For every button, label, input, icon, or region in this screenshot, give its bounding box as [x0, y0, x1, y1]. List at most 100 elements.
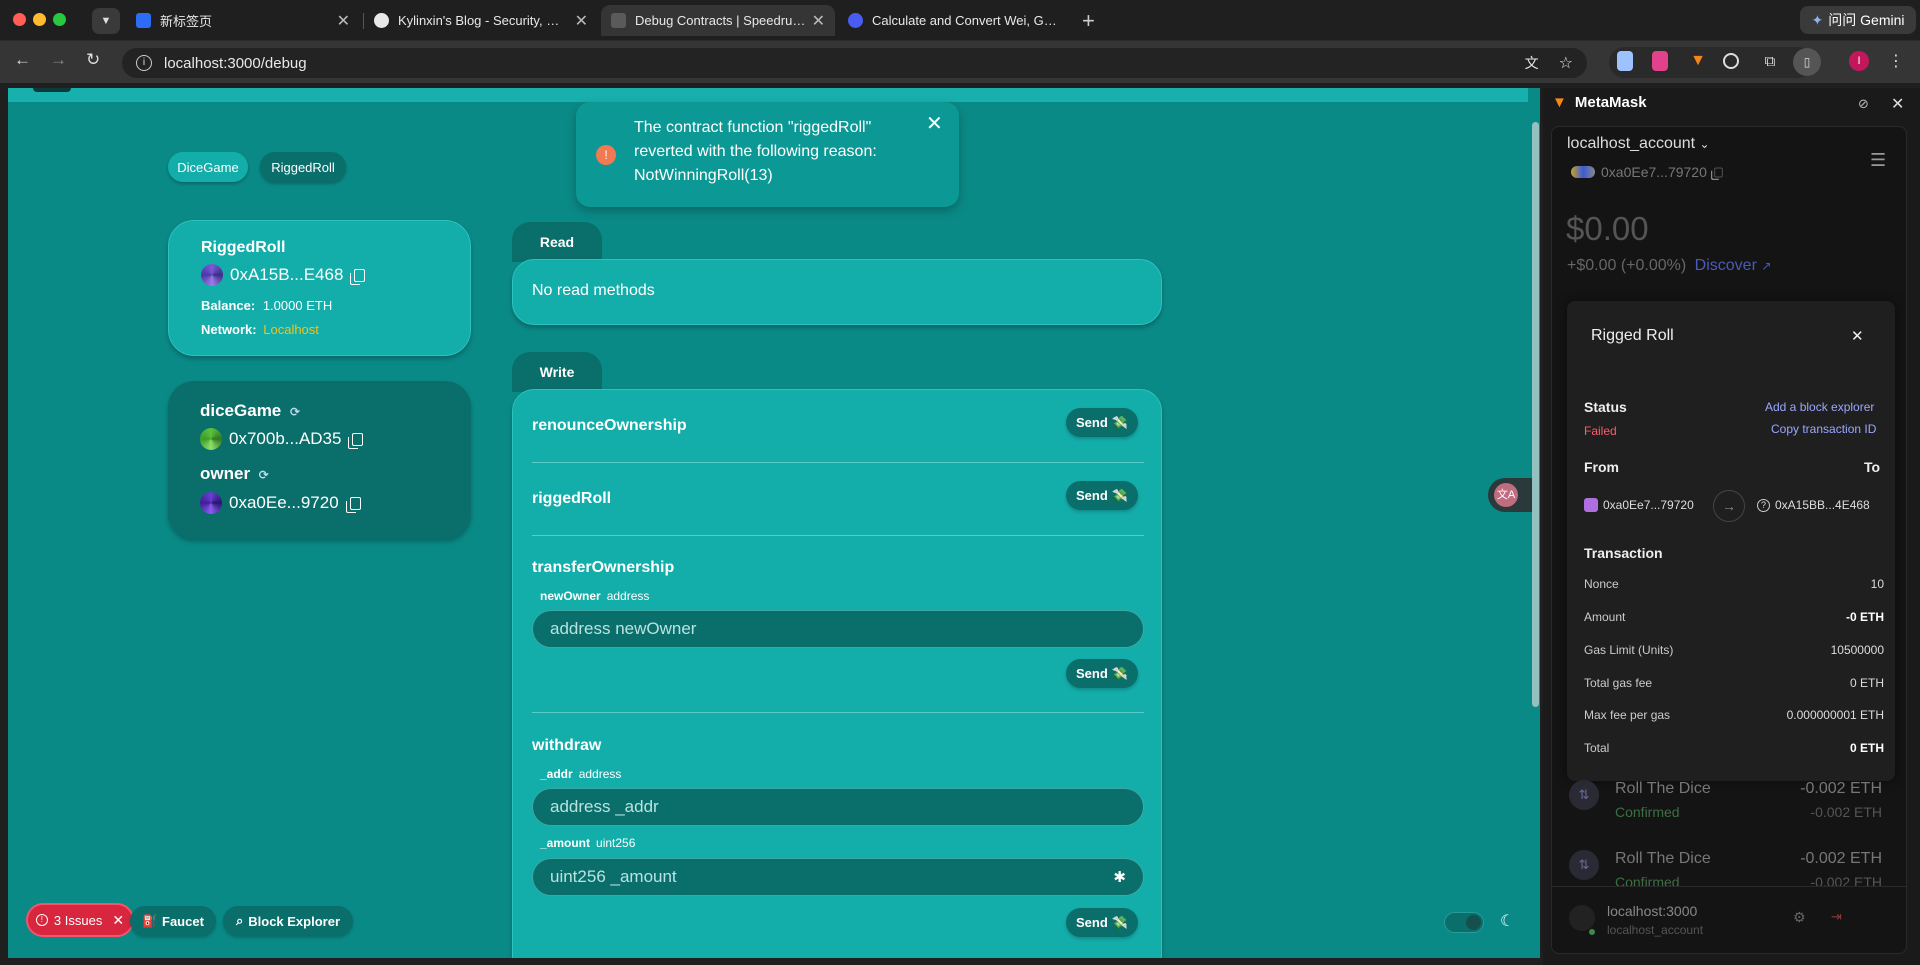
browser-menu-icon[interactable]: ⋮: [1886, 51, 1906, 71]
bookmark-star-icon[interactable]: ☆: [1559, 53, 1573, 73]
pink-extension-icon[interactable]: [1652, 51, 1668, 71]
amount-input[interactable]: uint256 _amount ✱: [532, 858, 1144, 896]
account-address[interactable]: 0xa0Ee7...79720: [1571, 164, 1724, 180]
close-window-button[interactable]: [13, 13, 26, 26]
activity-item[interactable]: ⇅ Roll The Dice Confirmed -0.002 ETH -0.…: [1569, 850, 1894, 886]
puzzle-extensions-icon[interactable]: ⧉: [1760, 51, 1780, 71]
copy-transaction-id-link[interactable]: Copy transaction ID: [1771, 422, 1876, 436]
tab-title: Kylinxin's Blog - Security, Web: [398, 13, 569, 28]
tab-wei-converter[interactable]: Calculate and Convert Wei, Gwei: [838, 5, 1072, 36]
account-selector[interactable]: localhost_account ⌄: [1567, 135, 1710, 153]
moon-icon[interactable]: ☾: [1500, 911, 1514, 931]
metamask-header: ▼ MetaMask: [1552, 94, 1647, 111]
close-icon[interactable]: ✕: [112, 912, 124, 929]
settings-gear-icon[interactable]: ⚙: [1793, 909, 1806, 926]
send-button[interactable]: Send 💸: [1066, 908, 1138, 937]
refresh-icon[interactable]: ⟳: [290, 405, 300, 419]
debug-page: DiceGame RiggedRoll RiggedRoll 0xA15B...…: [8, 88, 1540, 958]
send-button[interactable]: Send 💸: [1066, 659, 1138, 688]
metamask-fox-icon: ▼: [1552, 94, 1567, 111]
close-modal-icon[interactable]: ✕: [1851, 327, 1864, 345]
tab-title: Calculate and Convert Wei, Gwei: [872, 13, 1062, 28]
side-panel-icon[interactable]: ▯: [1793, 48, 1821, 76]
activity-item[interactable]: ⇅ Roll The Dice Confirmed -0.002 ETH -0.…: [1569, 780, 1894, 840]
variable-address: 0x700b...AD35: [200, 428, 364, 450]
sparkle-icon: ✦: [1811, 11, 1824, 28]
tx-row-value: 0 ETH: [1849, 676, 1884, 690]
forward-button[interactable]: →: [50, 50, 67, 70]
activity-amount-sub: -0.002 ETH: [1810, 804, 1882, 820]
unpin-icon[interactable]: ⊘: [1858, 96, 1869, 112]
error-icon: !: [596, 145, 616, 165]
close-tab-icon[interactable]: ✕: [812, 11, 825, 31]
address-bar[interactable]: i localhost:3000/debug 文 ☆: [122, 48, 1587, 78]
issues-badge[interactable]: ! 3 Issues ✕: [26, 903, 134, 937]
translate-icon[interactable]: 文: [1525, 53, 1539, 73]
contract-tab-riggedroll[interactable]: RiggedRoll: [260, 152, 346, 182]
tab-blog[interactable]: Kylinxin's Blog - Security, Web ✕: [364, 5, 598, 36]
blog-favicon-icon: [374, 13, 389, 28]
speedrun-favicon-icon: [611, 13, 626, 28]
close-panel-icon[interactable]: ✕: [1891, 94, 1904, 114]
no-read-methods-text: No read methods: [532, 282, 655, 299]
address-text: 0xa0Ee...9720: [229, 493, 339, 512]
translate-float-button[interactable]: 文A: [1488, 478, 1532, 512]
address-avatar: [201, 264, 223, 286]
gemini-button[interactable]: ✦ 问问 Gemini: [1800, 6, 1916, 34]
balance-label: Balance:: [201, 298, 256, 313]
reload-button[interactable]: ↻: [86, 50, 100, 70]
tab-search-button[interactable]: ▼: [92, 8, 120, 34]
theme-toggle[interactable]: [1444, 912, 1484, 933]
faucet-button[interactable]: ⛽ Faucet: [130, 906, 216, 936]
external-link-icon: ↗: [1761, 259, 1772, 273]
connected-site[interactable]: localhost:3000 localhost_account ⚙ ⇥: [1569, 899, 1889, 943]
minimize-window-button[interactable]: [33, 13, 46, 26]
hamburger-menu-icon[interactable]: ☰: [1870, 150, 1886, 171]
back-button[interactable]: ←: [14, 50, 31, 70]
disconnect-icon[interactable]: ⇥: [1831, 909, 1842, 925]
multiply-icon[interactable]: ✱: [1113, 868, 1126, 886]
copy-icon[interactable]: [345, 496, 361, 513]
tab-newtab[interactable]: 新标签页 ✕: [126, 5, 360, 36]
connected-dot: [1589, 929, 1595, 935]
toggle-knob: [1466, 915, 1481, 930]
divider: [532, 535, 1144, 536]
error-toast: ! The contract function "riggedRoll" rev…: [576, 102, 959, 207]
newowner-input[interactable]: address newOwner: [532, 610, 1144, 648]
document-extension-icon[interactable]: [1617, 51, 1633, 71]
metamask-fox-icon[interactable]: ▼: [1688, 51, 1708, 71]
tab-debug-contracts[interactable]: Debug Contracts | Speedrun Eth ✕: [601, 5, 835, 36]
status-label: Status: [1584, 399, 1627, 415]
new-tab-button[interactable]: +: [1082, 8, 1095, 34]
circle-extension-icon[interactable]: [1723, 53, 1739, 69]
send-button[interactable]: Send 💸: [1066, 408, 1138, 437]
toast-message: The contract function "riggedRoll" rever…: [634, 119, 877, 184]
contract-interaction-icon: ⇅: [1569, 850, 1599, 880]
address-avatar: [200, 492, 222, 514]
function-name: withdraw: [532, 737, 602, 754]
copy-icon[interactable]: [350, 268, 366, 285]
arrow-right-icon: →: [1713, 490, 1745, 522]
send-button[interactable]: Send 💸: [1066, 481, 1138, 510]
close-toast-icon[interactable]: ✕: [926, 112, 943, 136]
close-tab-icon[interactable]: ✕: [337, 11, 350, 31]
to-label: To: [1864, 459, 1881, 475]
activity-status: Confirmed: [1615, 874, 1680, 886]
profile-avatar[interactable]: I: [1849, 51, 1869, 71]
copy-icon[interactable]: [348, 432, 364, 449]
block-explorer-button[interactable]: ⌕ Block Explorer: [223, 906, 353, 936]
refresh-icon[interactable]: ⟳: [259, 468, 269, 482]
site-info-icon[interactable]: i: [136, 55, 152, 71]
write-section-tab: Write: [512, 352, 602, 392]
balance-unit: ETH: [306, 298, 333, 313]
network-label: Network:: [201, 322, 257, 337]
add-block-explorer-link[interactable]: Add a block explorer: [1765, 400, 1874, 414]
discover-link[interactable]: Discover: [1695, 257, 1757, 274]
contract-tab-dicegame[interactable]: DiceGame: [168, 152, 248, 182]
zoom-window-button[interactable]: [53, 13, 66, 26]
copy-icon[interactable]: [1711, 167, 1723, 180]
close-tab-icon[interactable]: ✕: [575, 11, 588, 31]
function-name: transferOwnership: [532, 559, 675, 576]
page-scrollbar[interactable]: [1532, 122, 1539, 707]
addr-input[interactable]: address _addr: [532, 788, 1144, 826]
